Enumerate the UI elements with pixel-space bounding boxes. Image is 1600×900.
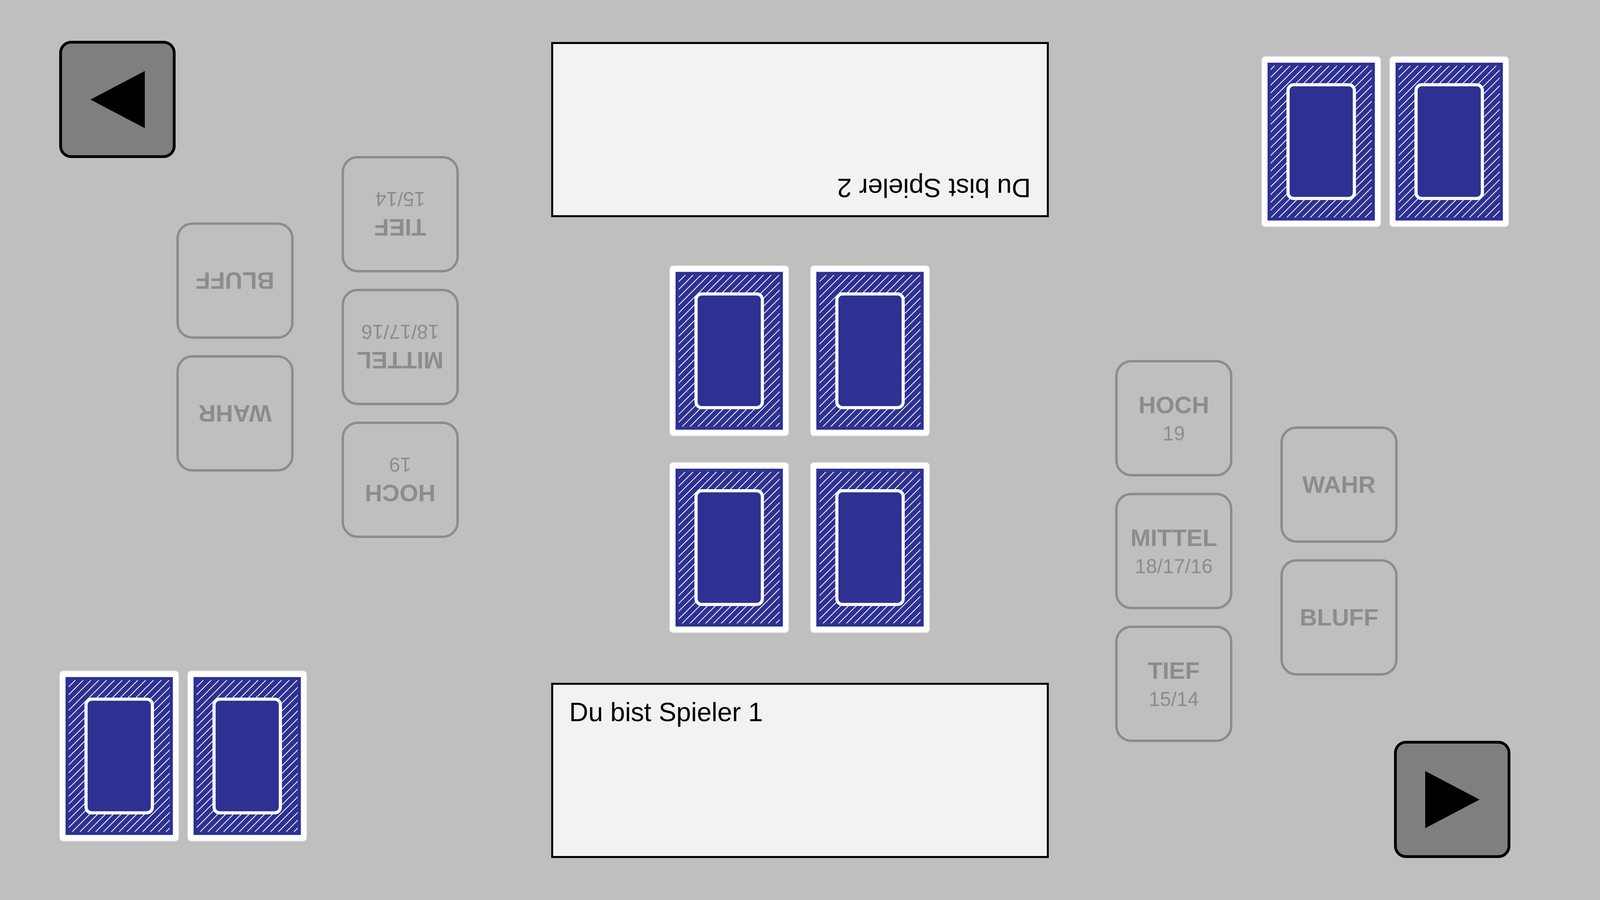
card-back-icon [60,670,179,842]
call-label: BLUFF [1299,603,1379,632]
card-back-icon [810,462,930,634]
left-triangle-icon [83,65,152,134]
player-controls: HOCH 19 MITTEL18/17/16 TIEF15/14 WAHR BLUFF [176,156,459,538]
bet-button[interactable]: MITTEL18/17/16 [1115,492,1233,610]
bet-button[interactable]: HOCH 19 [341,421,459,538]
message-text: Du bist Spieler 1 [569,697,763,727]
bet-label: TIEF [374,213,427,242]
bet-column: HOCH 19 MITTEL18/17/16 TIEF15/14 [1115,360,1233,742]
card-back-icon [1390,56,1509,228]
bet-range: 19 [389,452,412,476]
bet-range: 15/14 [375,187,426,211]
call-button[interactable]: WAHR [176,355,294,472]
forward-button[interactable] [1394,740,1511,858]
card[interactable] [1389,56,1510,228]
back-button[interactable] [59,40,176,158]
bet-label: TIEF [1148,656,1200,685]
bet-button[interactable]: HOCH 19 [1115,360,1233,477]
player-hand [59,670,308,842]
call-column: WAHR BLUFF [176,222,294,472]
bet-range: 19 [1162,422,1186,446]
call-column: WAHR BLUFF [1280,426,1398,676]
card[interactable] [59,670,180,842]
card[interactable] [810,265,930,437]
call-label: WAHR [1302,470,1376,499]
message-box: Du bist Spieler 2 [551,42,1049,218]
player-hand [1261,56,1510,228]
card[interactable] [187,670,308,842]
right-triangle-icon [1418,765,1487,834]
bet-label: HOCH [1138,391,1210,419]
card-back-icon [670,462,789,634]
card[interactable] [810,462,930,634]
player-controls: HOCH 19 MITTEL18/17/16 TIEF15/14 WAHR BLUFF [1115,360,1398,742]
bet-range: 15/14 [1148,687,1199,711]
card[interactable] [669,462,790,634]
card-back-icon [810,265,930,437]
card-back-icon [188,670,307,842]
table-cards [669,265,930,634]
card[interactable] [669,265,790,437]
call-label: BLUFF [195,266,275,295]
call-label: WAHR [198,399,272,428]
bet-label: MITTEL [1130,524,1218,552]
bet-label: MITTEL [356,346,444,374]
bet-button[interactable]: TIEF15/14 [341,156,459,273]
card[interactable] [1261,56,1382,228]
bet-button[interactable]: MITTEL18/17/16 [341,288,459,406]
bet-range: 18/17/16 [1134,554,1213,578]
bet-label: HOCH [364,479,436,507]
bet-column: HOCH 19 MITTEL18/17/16 TIEF15/14 [341,156,459,538]
call-button[interactable]: BLUFF [176,222,294,339]
call-button[interactable]: WAHR [1280,426,1398,543]
message-box: Du bist Spieler 1 [551,682,1049,858]
card-back-icon [1262,56,1381,228]
card-back-icon [670,265,789,437]
call-button[interactable]: BLUFF [1280,559,1398,676]
bet-button[interactable]: TIEF15/14 [1115,625,1233,742]
bet-range: 18/17/16 [361,320,440,344]
message-text: Du bist Spieler 2 [837,173,1031,203]
game-board: Du bist Spieler 2 Du bist Spieler 1 HOCH 19… [0,0,1600,900]
